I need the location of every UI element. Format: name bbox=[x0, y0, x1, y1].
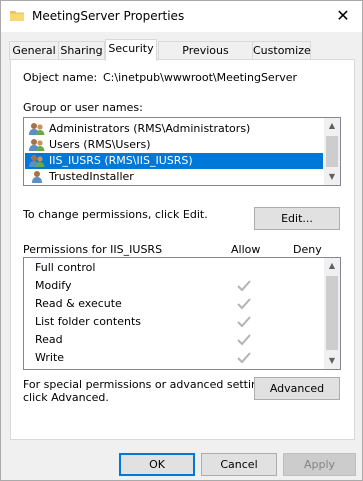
permissions-header: Permissions for IIS_IUSRS bbox=[23, 243, 163, 256]
group-name: IIS_IUSRS (RMS\IIS_IUSRS) bbox=[49, 154, 193, 167]
group-name: Users (RMS\Users) bbox=[49, 138, 151, 151]
permission-row: Read & execute bbox=[25, 296, 323, 312]
folder-icon bbox=[10, 11, 24, 21]
scroll-down-icon[interactable]: ▼ bbox=[324, 353, 340, 369]
allow-check-icon bbox=[237, 334, 251, 346]
list-item[interactable]: Users (RMS\Users) bbox=[25, 137, 323, 153]
permission-row: Modify bbox=[25, 278, 323, 294]
tab-previous-versions[interactable]: Previous Versions bbox=[158, 41, 253, 75]
scroll-up-icon[interactable]: ▲ bbox=[324, 258, 340, 274]
tab-security-label: Security bbox=[108, 42, 154, 55]
cancel-button[interactable]: Cancel bbox=[201, 453, 277, 476]
object-name-label: Object name: bbox=[23, 71, 98, 84]
permission-name: List folder contents bbox=[35, 315, 141, 328]
object-name-value: C:\inetpub\wwwroot\MeetingServer bbox=[103, 71, 298, 84]
users-icon bbox=[29, 155, 45, 167]
scroll-up-icon[interactable]: ▲ bbox=[324, 118, 340, 134]
advanced-hint-line1: For special permissions or advanced sett… bbox=[23, 378, 275, 391]
ok-button[interactable]: OK bbox=[119, 453, 195, 476]
tab-customize-label: Customize bbox=[253, 44, 311, 57]
deny-column-header: Deny bbox=[293, 243, 322, 256]
group-list-scrollbar[interactable]: ▲ ▼ bbox=[324, 118, 340, 185]
advanced-hint-line2: click Advanced. bbox=[23, 391, 109, 404]
apply-button[interactable]: Apply bbox=[283, 453, 356, 476]
allow-column-header: Allow bbox=[231, 243, 261, 256]
list-item-selected[interactable]: IIS_IUSRS (RMS\IIS_IUSRS) bbox=[25, 153, 323, 169]
tab-general-label: General bbox=[12, 44, 56, 57]
advanced-button[interactable]: Advanced bbox=[254, 377, 340, 400]
permission-name: Read bbox=[35, 333, 63, 346]
permission-name: Read & execute bbox=[35, 297, 122, 310]
permission-name: Modify bbox=[35, 279, 72, 292]
group-name: Administrators (RMS\Administrators) bbox=[49, 122, 251, 135]
close-button[interactable]: ✕ bbox=[332, 5, 354, 27]
permissions-list: Full control Modify Read & execute List … bbox=[23, 257, 341, 370]
user-icon bbox=[32, 171, 42, 183]
tab-customize[interactable]: Customize bbox=[252, 41, 311, 60]
permission-row: Full control bbox=[25, 260, 323, 276]
scroll-thumb[interactable] bbox=[326, 136, 338, 167]
tab-general[interactable]: General bbox=[9, 41, 59, 60]
allow-check-icon bbox=[237, 298, 251, 310]
allow-check-icon bbox=[237, 352, 251, 364]
permission-row: Read bbox=[25, 332, 323, 348]
list-item[interactable]: Administrators (RMS\Administrators) bbox=[25, 121, 323, 137]
users-icon bbox=[29, 139, 45, 151]
tab-sharing-label: Sharing bbox=[60, 44, 103, 57]
group-list[interactable]: Administrators (RMS\Administrators) User… bbox=[23, 117, 341, 186]
permissions-scrollbar[interactable]: ▲ ▼ bbox=[324, 258, 340, 369]
tab-security[interactable]: Security bbox=[105, 39, 157, 61]
edit-button[interactable]: Edit... bbox=[254, 207, 340, 230]
change-permissions-hint: To change permissions, click Edit. bbox=[23, 208, 208, 221]
window-title: MeetingServer Properties bbox=[32, 9, 185, 23]
properties-window: MeetingServer Properties ✕ General Shari… bbox=[0, 0, 363, 481]
permission-name: Full control bbox=[35, 261, 96, 274]
title-bar: MeetingServer Properties ✕ bbox=[1, 1, 362, 32]
users-icon bbox=[29, 123, 45, 135]
allow-check-icon bbox=[237, 316, 251, 328]
permission-row: List folder contents bbox=[25, 314, 323, 330]
permission-row: Write bbox=[25, 350, 323, 366]
close-icon: ✕ bbox=[336, 6, 350, 25]
group-names-label: Group or user names: bbox=[23, 101, 143, 114]
scroll-down-icon[interactable]: ▼ bbox=[324, 169, 340, 185]
list-item[interactable]: TrustedInstaller bbox=[25, 169, 323, 185]
allow-check-icon bbox=[237, 280, 251, 292]
permission-name: Write bbox=[35, 351, 65, 364]
tab-sharing[interactable]: Sharing bbox=[58, 41, 105, 60]
scroll-thumb[interactable] bbox=[326, 276, 338, 350]
group-name: TrustedInstaller bbox=[49, 170, 134, 183]
